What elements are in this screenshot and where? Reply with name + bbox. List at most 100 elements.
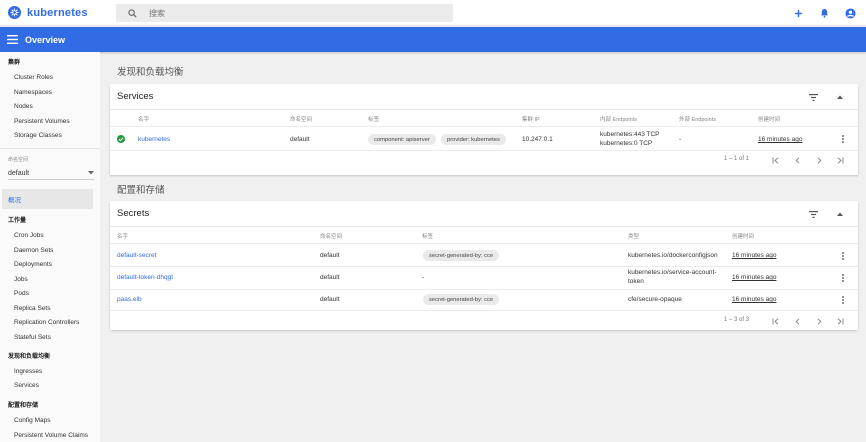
sidebar-header-cluster[interactable]: 集群 bbox=[8, 57, 20, 66]
services-card-header: Services bbox=[110, 84, 858, 110]
sidebar: 集群 Cluster Roles Namespaces Nodes Persis… bbox=[0, 52, 100, 442]
sidebar-header-discovery[interactable]: 发现和负载均衡 bbox=[8, 351, 50, 360]
filter-icon[interactable] bbox=[807, 208, 819, 220]
collapse-icon[interactable] bbox=[834, 208, 846, 220]
sidebar-item-persistent-volume-claims[interactable]: Persistent Volume Claims bbox=[14, 432, 88, 439]
filter-icon[interactable] bbox=[807, 91, 819, 103]
column-header-name[interactable]: 名字 bbox=[138, 115, 149, 123]
top-bar: kubernetes bbox=[0, 0, 866, 26]
previous-page-icon[interactable] bbox=[792, 155, 802, 165]
sidebar-header-workloads[interactable]: 工作量 bbox=[8, 215, 26, 224]
more-vert-icon[interactable] bbox=[840, 273, 846, 283]
sidebar-header-config[interactable]: 配置和存储 bbox=[8, 400, 38, 409]
search-bar[interactable] bbox=[116, 4, 453, 22]
internal-endpoint: kubernetes:443 TCP bbox=[600, 131, 660, 138]
label-chip: secret-generated-by: cce bbox=[423, 250, 500, 261]
sidebar-item-config-maps[interactable]: Config Maps bbox=[14, 417, 51, 424]
search-input[interactable] bbox=[149, 8, 439, 18]
collapse-icon[interactable] bbox=[834, 91, 846, 103]
column-header-internal-endpoints: 内部 Endpoints bbox=[600, 117, 637, 123]
pagination-range: 1 – 3 of 3 bbox=[724, 317, 750, 323]
sidebar-item-persistent-volumes[interactable]: Persistent Volumes bbox=[14, 118, 70, 125]
column-header-name[interactable]: 名字 bbox=[117, 232, 128, 240]
column-header-age[interactable]: 创建时间 bbox=[758, 115, 780, 123]
row-divider bbox=[110, 126, 858, 127]
service-namespace: default bbox=[290, 136, 310, 143]
sidebar-item-namespaces[interactable]: Namespaces bbox=[14, 89, 52, 96]
secrets-card-title: Secrets bbox=[117, 208, 150, 219]
secret-type: cfe/secure-opaque bbox=[628, 296, 682, 303]
section-title-config: 配置和存储 bbox=[117, 185, 165, 196]
column-header-age[interactable]: 创建时间 bbox=[732, 232, 754, 240]
internal-endpoint: kubernetes:0 TCP bbox=[600, 140, 653, 147]
column-header-namespace[interactable]: 命名空间 bbox=[320, 232, 342, 240]
namespace-label: 命名空间 bbox=[8, 157, 29, 163]
dropdown-arrow-icon bbox=[88, 170, 94, 177]
plus-icon[interactable] bbox=[790, 5, 806, 21]
sidebar-item-cron-jobs[interactable]: Cron Jobs bbox=[14, 232, 44, 239]
service-name-link[interactable]: kubernetes bbox=[138, 135, 170, 144]
sidebar-item-jobs[interactable]: Jobs bbox=[14, 276, 28, 283]
more-vert-icon[interactable] bbox=[840, 134, 846, 144]
column-header-external-endpoints: 外部 Endpoints bbox=[679, 117, 716, 123]
label-chip: secret-generated-by: cce bbox=[423, 294, 500, 305]
services-card-title: Services bbox=[117, 91, 154, 102]
pagination-range: 1 – 1 of 1 bbox=[724, 156, 750, 162]
sidebar-item-ingresses[interactable]: Ingresses bbox=[14, 368, 42, 375]
secret-labels: - bbox=[422, 274, 425, 281]
sidebar-item-deployments[interactable]: Deployments bbox=[14, 261, 52, 268]
more-vert-icon[interactable] bbox=[840, 295, 846, 305]
more-vert-icon[interactable] bbox=[840, 251, 846, 261]
next-page-icon[interactable] bbox=[814, 155, 824, 165]
secret-type-cont: token bbox=[628, 278, 644, 285]
search-icon bbox=[128, 8, 137, 18]
previous-page-icon[interactable] bbox=[792, 316, 802, 326]
column-header-namespace[interactable]: 命名空间 bbox=[290, 115, 312, 123]
sidebar-item-daemon-sets[interactable]: Daemon Sets bbox=[14, 247, 53, 254]
secret-age[interactable]: 16 minutes ago bbox=[732, 273, 776, 282]
column-header-labels: 标签 bbox=[422, 234, 434, 240]
row-divider bbox=[110, 243, 858, 244]
sidebar-item-nodes[interactable]: Nodes bbox=[14, 103, 33, 110]
last-page-icon[interactable] bbox=[835, 316, 845, 326]
next-page-icon[interactable] bbox=[814, 316, 824, 326]
sidebar-item-cluster-roles[interactable]: Cluster Roles bbox=[14, 74, 53, 81]
column-header-cluster-ip: 集群 IP bbox=[522, 117, 540, 123]
namespace-select[interactable]: default bbox=[8, 168, 94, 180]
sidebar-item-pods[interactable]: Pods bbox=[14, 290, 29, 297]
services-card: Services 名字 命名空间 标签 集群 IP 内部 Endpoints 外… bbox=[110, 84, 858, 175]
sidebar-item-services[interactable]: Services bbox=[14, 382, 39, 389]
column-header-type: 类型 bbox=[628, 234, 640, 240]
column-header-labels: 标签 bbox=[368, 117, 380, 123]
secret-name-link[interactable]: default-token-dhqgt bbox=[117, 273, 173, 282]
sidebar-item-stateful-sets[interactable]: Stateful Sets bbox=[14, 334, 51, 341]
service-age[interactable]: 16 minutes ago bbox=[758, 135, 802, 144]
first-page-icon[interactable] bbox=[770, 155, 780, 165]
first-page-icon[interactable] bbox=[770, 316, 780, 326]
sidebar-item-overview[interactable]: 概况 bbox=[2, 189, 93, 209]
bell-icon[interactable] bbox=[816, 5, 832, 21]
section-title-discovery: 发现和负载均衡 bbox=[117, 67, 184, 78]
sidebar-item-replica-sets[interactable]: Replica Sets bbox=[14, 305, 51, 312]
menu-icon[interactable] bbox=[7, 34, 19, 46]
sidebar-item-replication-controllers[interactable]: Replication Controllers bbox=[14, 319, 79, 326]
last-page-icon[interactable] bbox=[835, 155, 845, 165]
secret-name-link[interactable]: default-secret bbox=[117, 251, 156, 260]
account-icon[interactable] bbox=[842, 5, 858, 21]
sidebar-divider bbox=[0, 148, 100, 149]
label-chip: component: apiserver bbox=[368, 134, 436, 145]
secret-name-link[interactable]: paas.elb bbox=[117, 295, 142, 304]
row-divider bbox=[110, 150, 858, 151]
logo[interactable]: kubernetes bbox=[8, 6, 116, 19]
page-title: Overview bbox=[25, 34, 66, 45]
secret-type: kubernetes.io/service-account- bbox=[628, 269, 717, 276]
row-divider bbox=[110, 310, 858, 311]
secret-age[interactable]: 16 minutes ago bbox=[732, 295, 776, 304]
service-cluster-ip: 10.247.0.1 bbox=[522, 136, 553, 143]
secret-type: kubernetes.io/dockerconfigjson bbox=[628, 252, 718, 259]
helm-wheel-icon bbox=[8, 6, 21, 19]
secret-age[interactable]: 16 minutes ago bbox=[732, 251, 776, 260]
external-endpoints: - bbox=[679, 136, 682, 143]
sidebar-item-storage-classes[interactable]: Storage Classes bbox=[14, 132, 62, 139]
row-divider bbox=[110, 266, 858, 267]
